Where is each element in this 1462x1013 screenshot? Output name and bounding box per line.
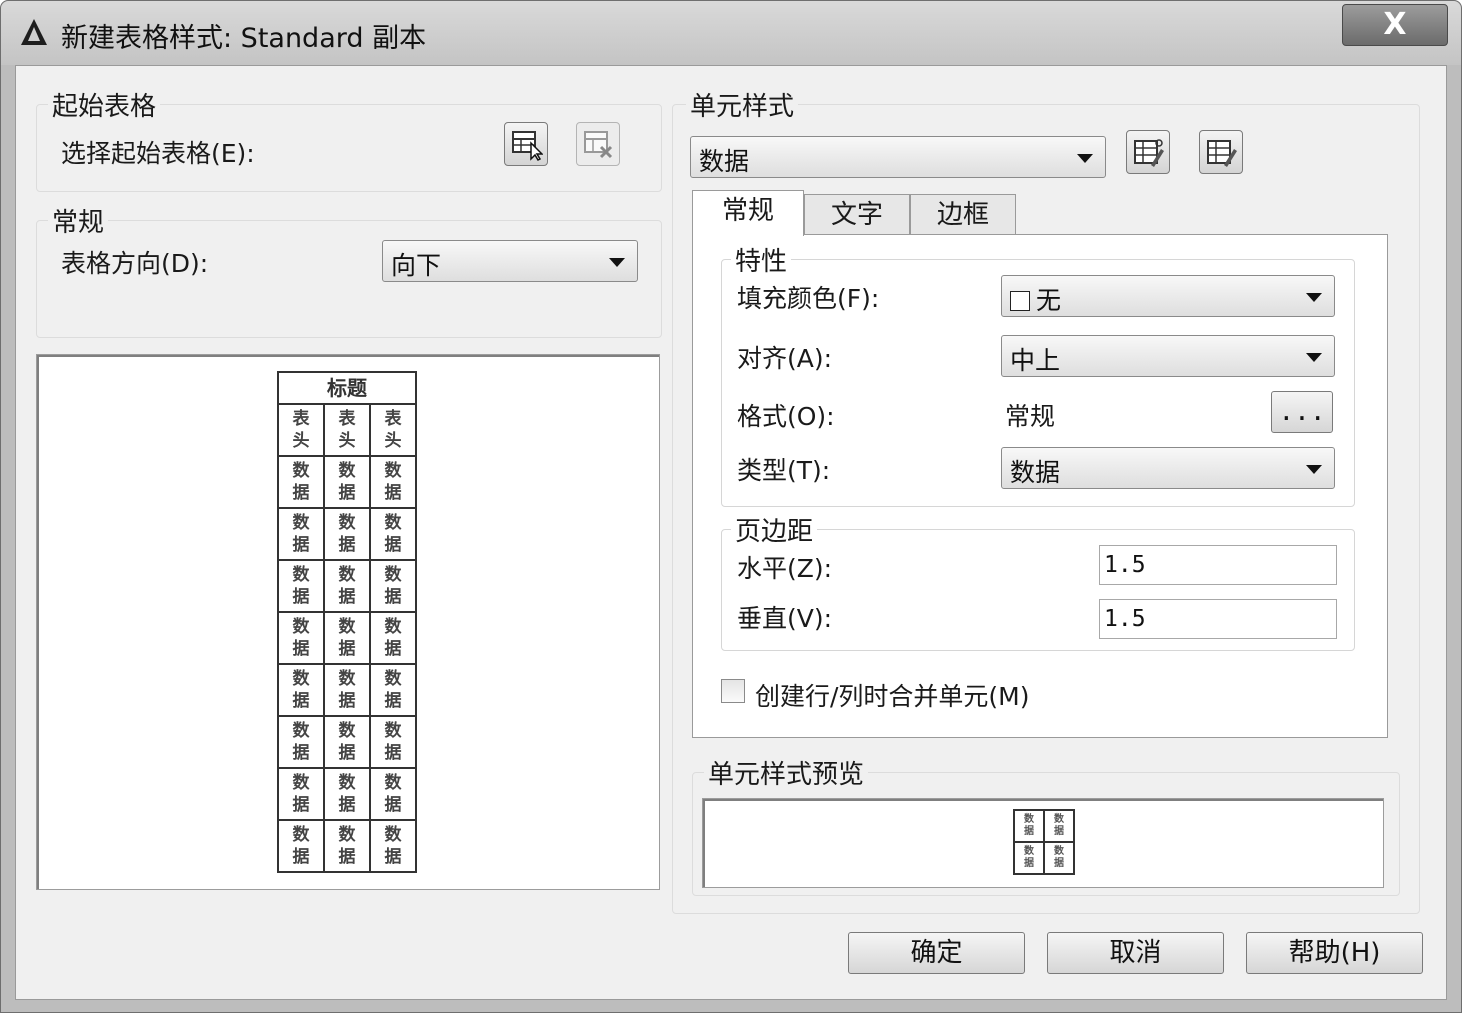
help-button[interactable]: 帮助(H): [1246, 932, 1423, 974]
preview-data-cell: 数 据: [323, 611, 371, 665]
preview-data-cell: 数 据: [277, 663, 325, 717]
select-start-table-label: 选择起始表格(E):: [61, 139, 255, 168]
select-table-button[interactable]: [504, 122, 548, 166]
margins-group-title: 页边距: [731, 511, 818, 548]
dialog-client-area: 起始表格 选择起始表格(E): 常规 表格方向(D): 向下 标题 表 头 表 …: [15, 65, 1447, 1000]
type-label: 类型(T):: [737, 456, 831, 485]
preview-data-cell: 数 据: [277, 819, 325, 873]
alignment-value: 中上: [1010, 346, 1061, 375]
preview-data-cell: 数 据: [369, 767, 417, 821]
horizontal-margin-input[interactable]: 1.5: [1099, 545, 1337, 585]
title-bar[interactable]: 新建表格样式: Standard 副本 X: [1, 1, 1461, 65]
format-label: 格式(O):: [737, 402, 835, 431]
preview-title-cell: 标题: [277, 371, 417, 405]
select-table-icon: [512, 131, 543, 161]
preview-data-cell: 数 据: [369, 507, 417, 561]
preview-data-cell: 数 据: [323, 455, 371, 509]
format-value: 常规: [1005, 402, 1056, 431]
table-delete-icon: [584, 131, 613, 159]
alignment-select[interactable]: 中上: [1001, 335, 1335, 377]
start-table-group-title: 起始表格: [48, 86, 161, 123]
cell-style-preview-pane: 数 据数 据数 据数 据: [702, 798, 1384, 888]
preview-data-cell: 数 据: [323, 663, 371, 717]
tab-general[interactable]: 常规: [692, 190, 804, 236]
vertical-margin-label: 垂直(V):: [737, 604, 833, 633]
preview-data-cell: 数 据: [369, 715, 417, 769]
tab-border[interactable]: 边框: [910, 194, 1016, 236]
preview-data-cell: 数 据: [323, 715, 371, 769]
new-cell-style-icon: [1134, 139, 1164, 167]
preview-data-cell: 数 据: [369, 819, 417, 873]
properties-group-title: 特性: [731, 241, 792, 278]
preview-data-cell: 数 据: [277, 767, 325, 821]
cell-preview-cell: 数 据: [1013, 841, 1045, 875]
preview-header-cell: 表 头: [369, 403, 417, 457]
fill-color-select[interactable]: 无: [1001, 275, 1335, 317]
cell-style-value: 数据: [699, 147, 750, 176]
preview-data-cell: 数 据: [369, 455, 417, 509]
preview-data-cell: 数 据: [323, 819, 371, 873]
merge-cells-checkbox[interactable]: [721, 679, 745, 703]
preview-header-cell: 表 头: [277, 403, 325, 457]
chevron-down-icon: [1077, 154, 1093, 163]
format-browse-button[interactable]: ...: [1271, 391, 1333, 433]
autocad-app-icon: [21, 19, 47, 45]
cell-preview-cell: 数 据: [1013, 809, 1045, 843]
manage-cell-styles-button[interactable]: [1199, 130, 1243, 174]
preview-data-cell: 数 据: [369, 559, 417, 613]
preview-data-cell: 数 据: [277, 559, 325, 613]
merge-cells-label: 创建行/列时合并单元(M): [755, 682, 1030, 711]
fill-color-value: 无: [1036, 286, 1062, 315]
table-direction-value: 向下: [391, 251, 442, 280]
general-group-title: 常规: [48, 202, 109, 239]
delete-table-button[interactable]: [576, 122, 620, 166]
manage-cell-style-icon: [1207, 140, 1237, 167]
dialog-window: 新建表格样式: Standard 副本 X 起始表格 选择起始表格(E): 常规…: [0, 0, 1462, 1013]
vertical-margin-input[interactable]: 1.5: [1099, 599, 1337, 639]
chevron-down-icon: [1306, 353, 1322, 362]
close-button[interactable]: X: [1342, 4, 1448, 46]
chevron-down-icon: [1306, 465, 1322, 474]
color-swatch-icon: [1010, 291, 1030, 311]
cell-style-preview-title: 单元样式预览: [704, 754, 869, 791]
alignment-label: 对齐(A):: [737, 344, 833, 373]
tab-panel-general: 特性 填充颜色(F): 无 对齐(A): 中上 格式(O): 常规 ... 类型…: [692, 234, 1388, 738]
preview-data-cell: 数 据: [277, 611, 325, 665]
ok-button[interactable]: 确定: [848, 932, 1025, 974]
preview-data-cell: 数 据: [277, 715, 325, 769]
table-direction-select[interactable]: 向下: [382, 240, 638, 282]
preview-data-cell: 数 据: [277, 455, 325, 509]
preview-data-cell: 数 据: [369, 663, 417, 717]
create-cell-style-button[interactable]: [1126, 130, 1170, 174]
cell-style-group-title: 单元样式: [686, 86, 799, 123]
preview-data-cell: 数 据: [323, 559, 371, 613]
cancel-button[interactable]: 取消: [1047, 932, 1224, 974]
preview-data-cell: 数 据: [369, 611, 417, 665]
tab-text[interactable]: 文字: [804, 194, 910, 236]
chevron-down-icon: [609, 258, 625, 267]
preview-table: 标题 表 头表 头表 头数 据数 据数 据数 据数 据数 据数 据数 据数 据数…: [277, 371, 417, 873]
cell-preview-cell: 数 据: [1043, 809, 1075, 843]
chevron-down-icon: [1306, 293, 1322, 302]
cell-style-preview-table: 数 据数 据数 据数 据: [1013, 809, 1075, 875]
window-title: 新建表格样式: Standard 副本: [61, 23, 427, 54]
preview-header-cell: 表 头: [323, 403, 371, 457]
preview-data-cell: 数 据: [323, 507, 371, 561]
type-select[interactable]: 数据: [1001, 447, 1335, 489]
preview-data-cell: 数 据: [277, 507, 325, 561]
preview-data-cell: 数 据: [323, 767, 371, 821]
table-preview-pane: 标题 表 头表 头表 头数 据数 据数 据数 据数 据数 据数 据数 据数 据数…: [36, 354, 660, 890]
fill-color-label: 填充颜色(F):: [737, 284, 880, 313]
horizontal-margin-label: 水平(Z):: [737, 554, 833, 583]
cell-preview-cell: 数 据: [1043, 841, 1075, 875]
table-direction-label: 表格方向(D):: [61, 249, 209, 278]
type-value: 数据: [1010, 458, 1061, 487]
cell-style-select[interactable]: 数据: [690, 136, 1106, 178]
